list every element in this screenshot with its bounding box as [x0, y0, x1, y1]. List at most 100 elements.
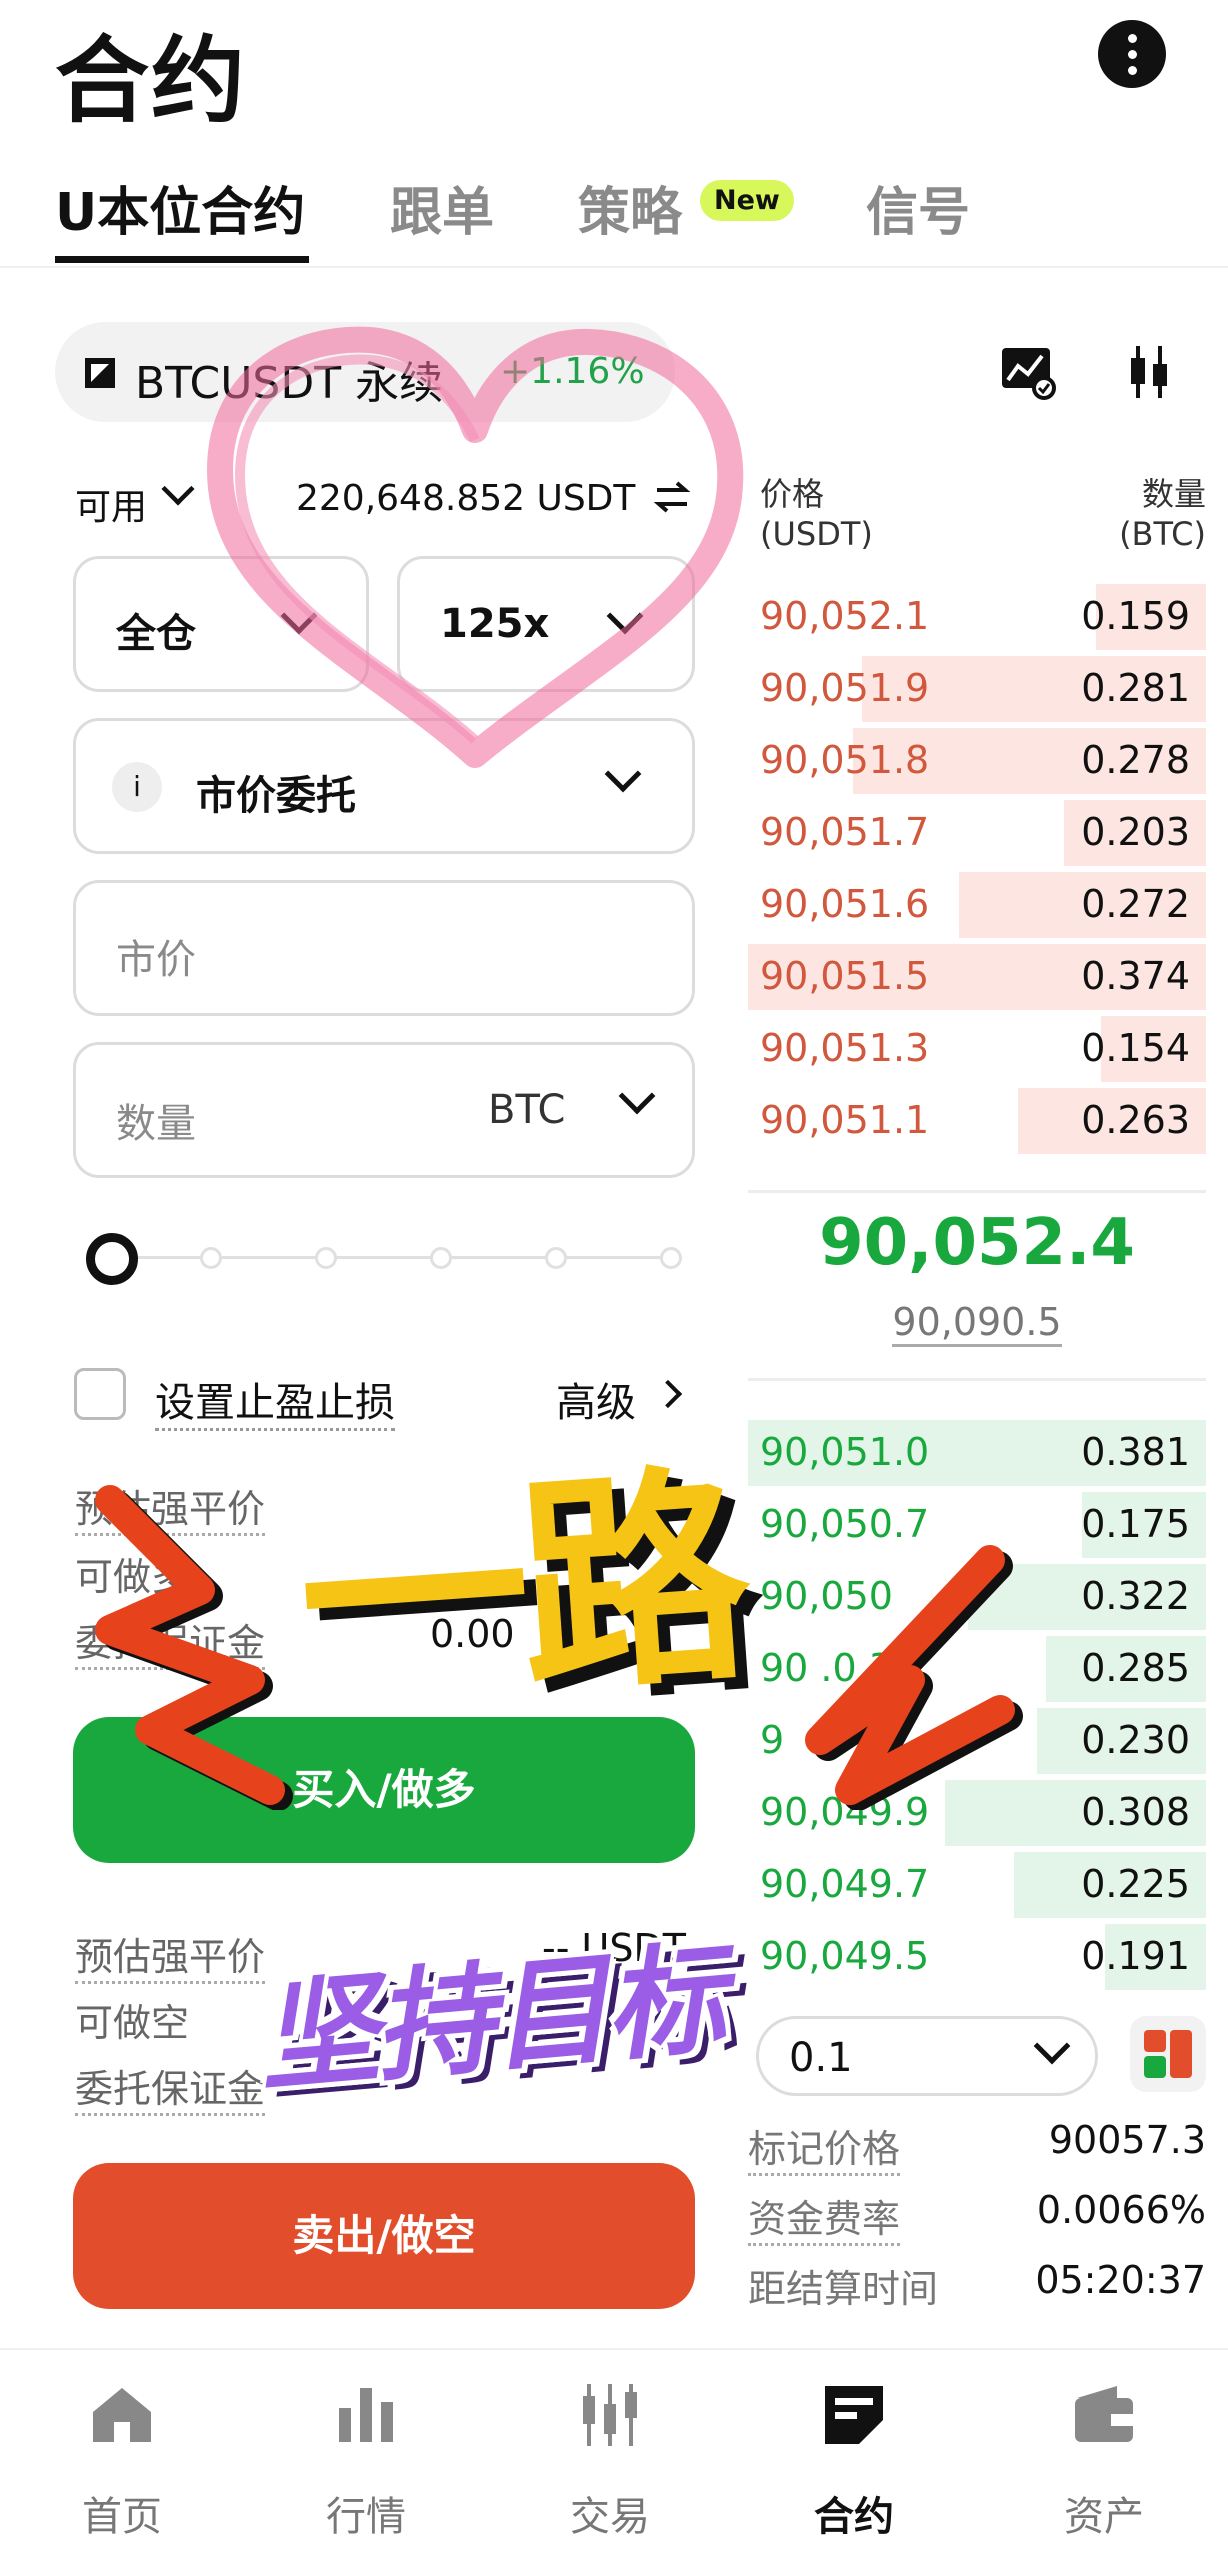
- dot: [1128, 66, 1137, 75]
- chart-settings-icon[interactable]: [1000, 344, 1056, 400]
- nav-home[interactable]: 首页: [52, 2380, 192, 2550]
- ask-row[interactable]: 90,051.3 0.154: [748, 1016, 1206, 1082]
- ask-qty: 0.281: [1081, 666, 1190, 710]
- quantity-unit[interactable]: BTC: [488, 1087, 565, 1133]
- ask-row[interactable]: 90,051.8 0.278: [748, 728, 1206, 794]
- last-price[interactable]: 90,052.4: [748, 1206, 1206, 1280]
- ask-qty: 0.159: [1081, 594, 1190, 638]
- ask-row[interactable]: 90,051.5 0.374: [748, 944, 1206, 1010]
- ask-row[interactable]: 90,051.9 0.281: [748, 656, 1206, 722]
- nav-trade[interactable]: 交易: [540, 2380, 680, 2550]
- bid-row[interactable]: 90,049.5 0.191: [748, 1924, 1206, 1990]
- ask-price: 90,051.3: [760, 1026, 930, 1070]
- available-label[interactable]: 可用: [75, 472, 195, 530]
- bid-row[interactable]: 90,050.7 0.175: [748, 1492, 1206, 1558]
- tab-strategy[interactable]: 策略: [578, 170, 682, 245]
- bid-qty: 0.191: [1081, 1934, 1190, 1978]
- sell-short-button[interactable]: 卖出/做空: [73, 2163, 695, 2309]
- buy-margin-label[interactable]: 委托保证金: [75, 1612, 266, 1670]
- symbol-selector[interactable]: BTCUSDT 永续 +1.16%: [55, 322, 675, 422]
- tpsl-checkbox[interactable]: [74, 1368, 126, 1420]
- advanced-label[interactable]: 高级: [556, 1370, 636, 1428]
- layout-ask-block: [1144, 2030, 1166, 2052]
- bid-row[interactable]: 90,050 0.322: [748, 1564, 1206, 1630]
- tpsl-label[interactable]: 设置止盈止损: [155, 1370, 395, 1431]
- bottom-nav: 首页 行情 交易 合约 资产: [0, 2348, 1228, 2564]
- active-tab-indicator: [55, 256, 309, 263]
- quantity-placeholder: 数量: [116, 1101, 196, 1147]
- bid-price: 90 .0.3: [760, 1646, 893, 1690]
- tab-signals[interactable]: 信号: [866, 170, 970, 245]
- order-type-select[interactable]: 市价委托: [73, 718, 695, 854]
- top-tabs: U本位合约 跟单 策略 New 信号: [0, 160, 1228, 268]
- ask-row[interactable]: 90,052.1 0.159: [748, 584, 1206, 650]
- layout-side-block: [1170, 2030, 1192, 2078]
- ask-qty: 0.374: [1081, 954, 1190, 998]
- quantity-slider-knob[interactable]: [86, 1233, 138, 1285]
- ask-price: 90,051.8: [760, 738, 930, 782]
- orderbook-qty-header: 数量 (BTC): [1119, 475, 1206, 553]
- more-options-button[interactable]: [1098, 20, 1166, 88]
- settlement-time-label: 距结算时间: [748, 2267, 939, 2311]
- transfer-icon[interactable]: [653, 480, 691, 514]
- info-icon[interactable]: i: [112, 762, 162, 812]
- slider-step[interactable]: [200, 1247, 222, 1269]
- buy-long-button[interactable]: 买入/做多: [73, 1717, 695, 1863]
- chevron-down-icon: [1033, 2027, 1071, 2065]
- sell-margin-label[interactable]: 委托保证金: [75, 2058, 266, 2116]
- bid-price: 90,049.5: [760, 1934, 930, 1978]
- slider-step[interactable]: [545, 1247, 567, 1269]
- depth-step-select[interactable]: 0.1: [756, 2016, 1098, 2096]
- ask-row[interactable]: 90,051.1 0.263: [748, 1088, 1206, 1154]
- orderbook-layout-icon[interactable]: [1130, 2016, 1206, 2092]
- slider-step[interactable]: [315, 1247, 337, 1269]
- slider-step[interactable]: [660, 1247, 682, 1269]
- bid-qty: 0.308: [1081, 1790, 1190, 1834]
- nav-label: 合约: [814, 2494, 894, 2540]
- ask-qty: 0.154: [1081, 1026, 1190, 1070]
- slider-step[interactable]: [430, 1247, 452, 1269]
- sell-liq-price-label[interactable]: 预估强平价: [75, 1926, 266, 1984]
- order-type-value: 市价委托: [196, 773, 356, 819]
- symbol-name: BTCUSDT 永续: [135, 358, 444, 409]
- buy-max-long-label: 可做多: [75, 1555, 190, 1599]
- chevron-down-icon: [618, 1077, 656, 1115]
- quantity-input[interactable]: 数量 BTC: [73, 1042, 695, 1178]
- tab-copy-trading[interactable]: 跟单: [390, 170, 494, 245]
- bid-price: 90,049.9: [760, 1790, 930, 1834]
- bid-row[interactable]: 9 0.230: [748, 1708, 1206, 1774]
- price-change: +1.16%: [500, 351, 645, 392]
- price-input[interactable]: 市价: [73, 880, 695, 1016]
- bid-row[interactable]: 90 .0.3 0.285: [748, 1636, 1206, 1702]
- tab-u-margined-futures[interactable]: U本位合约: [55, 170, 305, 245]
- chevron-down-icon: [280, 597, 318, 635]
- candlestick-icon[interactable]: [1122, 344, 1178, 400]
- home-icon: [93, 2388, 151, 2442]
- bid-row[interactable]: 90,051.0 0.381: [748, 1420, 1206, 1486]
- contract-trading-screen: 合约 U本位合约 跟单 策略 New 信号 BTCUSDT 永续 +1.16% …: [0, 0, 1228, 2564]
- new-badge: New: [700, 180, 794, 221]
- ask-row[interactable]: 90,051.7 0.203: [748, 800, 1206, 866]
- divider: [748, 1190, 1206, 1193]
- nav-markets[interactable]: 行情: [296, 2380, 436, 2550]
- price-placeholder: 市价: [116, 937, 196, 983]
- ask-row[interactable]: 90,051.6 0.272: [748, 872, 1206, 938]
- leverage-select[interactable]: 125x: [397, 556, 695, 692]
- margin-mode-select[interactable]: 全仓: [73, 556, 369, 692]
- dot: [1128, 34, 1137, 43]
- ask-qty: 0.203: [1081, 810, 1190, 854]
- chevron-right-icon: [653, 1379, 683, 1409]
- buy-liq-price-label[interactable]: 预估强平价: [75, 1478, 266, 1536]
- nav-label: 交易: [570, 2494, 650, 2540]
- bid-row[interactable]: 90,049.7 0.225: [748, 1852, 1206, 1918]
- depth-step-value: 0.1: [789, 2035, 853, 2081]
- sell-liq-price-value: -- USDT: [542, 1926, 686, 1970]
- nav-contract[interactable]: 合约: [784, 2380, 924, 2550]
- funding-rate-label[interactable]: 资金费率: [748, 2188, 901, 2246]
- nav-assets[interactable]: 资产: [1034, 2380, 1174, 2550]
- wallet-icon: [1075, 2386, 1133, 2442]
- bid-row[interactable]: 90,049.9 0.308: [748, 1780, 1206, 1846]
- mark-price-label[interactable]: 标记价格: [748, 2118, 901, 2176]
- dot: [1128, 50, 1137, 59]
- bid-qty: 0.175: [1081, 1502, 1190, 1546]
